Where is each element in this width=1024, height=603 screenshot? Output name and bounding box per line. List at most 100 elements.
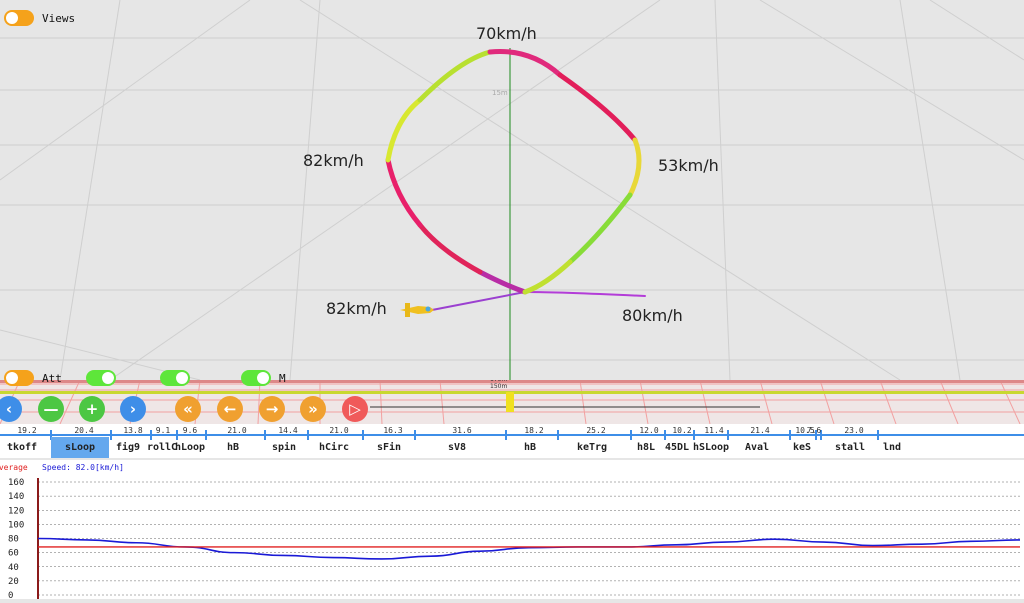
segment-45DL[interactable]: 45DL xyxy=(665,442,689,453)
segment-duration: 10.2 xyxy=(672,426,692,435)
segment-duration: 12.0 xyxy=(639,426,659,435)
arrow-right-icon: → xyxy=(265,400,279,418)
speed-series-line xyxy=(37,537,1021,560)
y-tick-label: 0 xyxy=(8,591,13,599)
views-toggle-label: Views xyxy=(42,12,76,25)
segment-hB[interactable]: hB xyxy=(524,442,536,453)
toggle-2[interactable] xyxy=(86,370,116,386)
segment-hCirc[interactable]: hCirc xyxy=(319,442,349,453)
grid-height-marker: 15m xyxy=(492,89,508,97)
segment-tick xyxy=(664,430,666,440)
segment-duration: 21.4 xyxy=(750,426,770,435)
rewind-button[interactable]: « xyxy=(175,396,201,422)
speed-label-top: 70km/h xyxy=(476,24,537,43)
segment-duration: 18.2 xyxy=(524,426,544,435)
step-forward-button[interactable]: → xyxy=(259,396,285,422)
segment-duration: 31.6 xyxy=(452,426,472,435)
segment-sV8[interactable]: sV8 xyxy=(448,442,466,453)
segment-duration: 19.2 xyxy=(17,426,37,435)
segment-hSLoop[interactable]: hSLoop xyxy=(693,442,729,453)
segment-tick xyxy=(693,430,695,440)
segment-rollC[interactable]: rollC xyxy=(147,442,177,453)
segment-tkoff[interactable]: tkoff xyxy=(7,442,37,453)
segment-tick xyxy=(727,430,729,440)
segment-duration: 25.2 xyxy=(586,426,606,435)
y-tick-label: 60 xyxy=(8,549,19,559)
average-legend: Average xyxy=(0,463,28,472)
chevron-right-icon: › xyxy=(129,400,137,418)
y-tick-label: 120 xyxy=(8,506,24,516)
segment-duration: 11.4 xyxy=(704,426,724,435)
flight-scene: 15m xyxy=(0,0,1024,380)
segment-duration: 13.8 xyxy=(123,426,143,435)
aircraft-icon xyxy=(400,303,434,317)
y-tick-label: 20 xyxy=(8,577,19,587)
timeline-altitude-marker: 175m 150m xyxy=(490,380,507,390)
segment-duration: 14.4 xyxy=(278,426,298,435)
segment-tick xyxy=(150,430,152,440)
m-toggle[interactable] xyxy=(241,370,271,386)
timeline-grid xyxy=(0,380,1024,424)
y-tick-label: 100 xyxy=(8,520,24,530)
fast-forward-button[interactable]: » xyxy=(300,396,326,422)
minus-icon: — xyxy=(43,400,59,418)
speed-chart[interactable]: 160 140 120 100 80 60 40 20 0 xyxy=(0,460,1024,601)
ground-grid xyxy=(0,0,1024,380)
chevron-left-icon: ‹ xyxy=(5,400,13,418)
y-tick-label: 140 xyxy=(8,492,24,502)
segment-duration: 9.1 xyxy=(155,426,171,435)
zoom-in-button[interactable]: + xyxy=(79,396,105,422)
segment-hB[interactable]: hB xyxy=(227,442,239,453)
segment-Aval[interactable]: Aval xyxy=(745,442,769,453)
segment-track xyxy=(0,434,1024,436)
segment-duration: 9.6 xyxy=(182,426,198,435)
play-button[interactable]: ▷ xyxy=(342,396,368,422)
next-button[interactable]: › xyxy=(120,396,146,422)
speed-label-exit: 80km/h xyxy=(622,306,683,325)
y-tick-label: 40 xyxy=(8,563,19,573)
segment-duration: 7.6 xyxy=(806,426,822,435)
segment-tick xyxy=(205,430,207,440)
speed-label-right: 53km/h xyxy=(658,156,719,175)
arrow-left-icon: ← xyxy=(223,400,237,418)
segment-tick xyxy=(307,430,309,440)
segment-tick xyxy=(505,430,507,440)
segment-duration: 16.3 xyxy=(383,426,403,435)
segment-hLoop[interactable]: hLoop xyxy=(175,442,205,453)
segment-tick xyxy=(877,430,879,440)
segment-fig9[interactable]: fig9 xyxy=(116,442,140,453)
y-tick-label: 160 xyxy=(8,478,24,488)
segment-tick xyxy=(630,430,632,440)
m-toggle-label: M xyxy=(279,372,286,385)
step-back-button[interactable]: ← xyxy=(217,396,243,422)
speed-label-aircraft: 82km/h xyxy=(326,299,387,318)
segment-tick xyxy=(264,430,266,440)
segment-keTrg[interactable]: keTrg xyxy=(577,442,607,453)
segment-spin[interactable]: spin xyxy=(272,442,296,453)
segment-duration: 21.0 xyxy=(227,426,247,435)
3d-flight-view[interactable]: 15m 70km/h 82km/h 53km/h 82km/h 80km/h V… xyxy=(0,0,1024,380)
views-toggle[interactable] xyxy=(4,10,34,26)
segment-tick xyxy=(176,430,178,440)
plus-icon: + xyxy=(85,400,99,418)
segment-lnd[interactable]: lnd xyxy=(883,442,901,453)
segment-sLoop[interactable]: sLoop xyxy=(65,442,95,453)
segment-tick xyxy=(414,430,416,440)
segment-stall[interactable]: stall xyxy=(835,442,865,453)
speed-chart-svg: 160 140 120 100 80 60 40 20 0 xyxy=(8,478,1021,601)
toggle-3[interactable] xyxy=(160,370,190,386)
y-tick-label: 80 xyxy=(8,535,19,545)
speed-label-left: 82km/h xyxy=(303,151,364,170)
segment-h8L[interactable]: h8L xyxy=(637,442,655,453)
att-toggle[interactable] xyxy=(4,370,34,386)
zoom-out-button[interactable]: — xyxy=(38,396,64,422)
timeline-ground[interactable]: 175m 150m xyxy=(0,380,1024,424)
altitude-bottom: 150m xyxy=(490,383,508,390)
segment-keS[interactable]: keS xyxy=(793,442,811,453)
segment-sFin[interactable]: sFin xyxy=(377,442,401,453)
maneuver-segment-bar[interactable]: 19.2 tkoff 20.4 sLoop 13.8 fig9 9.1 rollC 9.6 hLo… xyxy=(0,424,1024,458)
segment-duration: 21.0 xyxy=(329,426,349,435)
att-toggle-label: Att xyxy=(42,372,62,385)
segment-tick xyxy=(557,430,559,440)
segment-tick xyxy=(362,430,364,440)
